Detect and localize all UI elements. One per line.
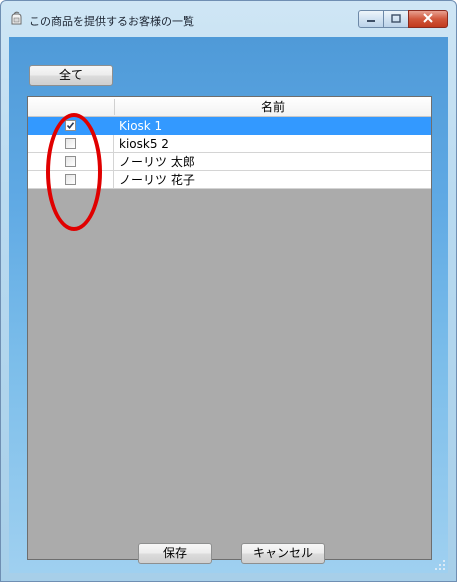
name-column-header[interactable]: 名前 xyxy=(115,97,431,117)
save-button[interactable]: 保存 xyxy=(138,543,212,564)
maximize-button[interactable] xyxy=(383,10,409,28)
cancel-button[interactable]: キャンセル xyxy=(241,543,325,564)
close-button[interactable] xyxy=(408,10,448,28)
app-icon xyxy=(9,11,24,26)
select-all-button[interactable]: 全て xyxy=(29,65,113,86)
title-bar[interactable]: この商品を提供するお客様の一覧 xyxy=(1,1,456,37)
maximize-icon xyxy=(391,12,401,26)
customer-name: ノーリツ 太郎 xyxy=(119,155,195,169)
window-title: この商品を提供するお客様の一覧 xyxy=(29,15,194,28)
window-controls xyxy=(358,10,448,28)
grid-header: 名前 xyxy=(28,97,431,117)
close-icon xyxy=(422,12,434,26)
annotation-circle xyxy=(46,113,102,231)
resize-grip-icon[interactable] xyxy=(434,559,446,571)
minimize-icon xyxy=(366,12,376,26)
minimize-button[interactable] xyxy=(358,10,384,28)
customer-name: Kiosk 1 xyxy=(119,119,163,133)
customer-name: ノーリツ 花子 xyxy=(119,173,195,187)
customer-name: kiosk5 2 xyxy=(119,137,169,151)
dialog-window: この商品を提供するお客様の一覧 全て 名前 Kiosk 1 kiosk5 2 ノ… xyxy=(0,0,457,582)
